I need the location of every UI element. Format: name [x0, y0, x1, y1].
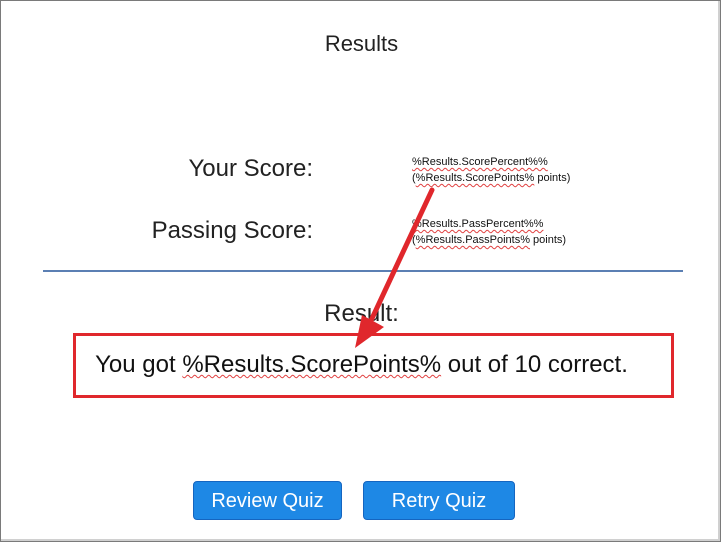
your-score-points-var: %Results.ScorePoints% — [415, 172, 535, 184]
review-quiz-button[interactable]: Review Quiz — [193, 481, 342, 520]
passing-score-percent: %Results.PassPercent%% — [412, 216, 566, 232]
your-score-percent: %Results.ScorePercent%% — [412, 154, 570, 170]
passing-score-percent-var: %Results.PassPercent%% — [412, 218, 544, 230]
passing-score-values: %Results.PassPercent%% (%Results.PassPoi… — [412, 216, 566, 248]
section-divider — [43, 270, 683, 272]
result-label: Result: — [324, 300, 399, 327]
result-score-points-var: %Results.ScorePoints% — [182, 351, 442, 378]
your-score-percent-var: %Results.ScorePercent%% — [412, 156, 548, 168]
passing-score-label: Passing Score: — [151, 217, 313, 244]
result-message: You got %Results.ScorePoints% out of 10 … — [95, 351, 628, 378]
your-score-points: (%Results.ScorePoints% points) — [412, 172, 571, 184]
your-score-label: Your Score: — [188, 155, 313, 182]
retry-quiz-button[interactable]: Retry Quiz — [363, 481, 515, 520]
passing-score-points-var: %Results.PassPoints% — [415, 234, 530, 246]
page-title: Results — [324, 31, 399, 56]
passing-score-points: (%Results.PassPoints% points) — [412, 234, 567, 246]
your-score-values: %Results.ScorePercent%% (%Results.ScoreP… — [412, 154, 570, 186]
results-slide: Results Your Score: %Results.ScorePercen… — [0, 0, 721, 542]
